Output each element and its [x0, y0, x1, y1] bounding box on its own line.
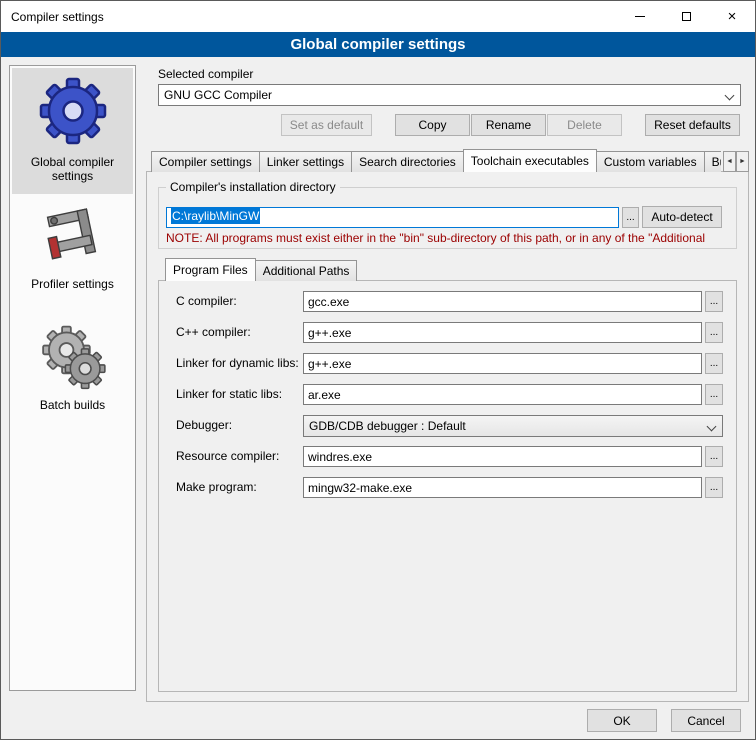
close-button[interactable]: × — [709, 1, 755, 32]
tab-custom-variables[interactable]: Custom variables — [596, 151, 705, 172]
field-label-c-compiler: C compiler: — [176, 294, 237, 308]
tab-compiler-settings[interactable]: Compiler settings — [151, 151, 260, 172]
minimize-icon — [635, 16, 645, 17]
sidebar-item-profiler-settings[interactable]: Profiler settings — [12, 198, 133, 294]
window-controls: × — [617, 1, 755, 32]
install-dir-group-title: Compiler's installation directory — [166, 180, 340, 194]
make-program-input[interactable] — [303, 477, 702, 498]
reset-defaults-button[interactable]: Reset defaults — [645, 114, 740, 136]
sidebar-item-label: Batch builds — [40, 398, 105, 412]
c-compiler-browse-button[interactable]: ... — [705, 291, 723, 312]
subtab-program-files[interactable]: Program Files — [165, 258, 256, 281]
linker-dynamic-input[interactable] — [303, 353, 702, 374]
install-dir-browse-button[interactable]: ... — [622, 207, 639, 228]
delete-button: Delete — [547, 114, 622, 136]
sidebar-item-label: Profiler settings — [31, 277, 114, 291]
main-tab-strip: Compiler settings Linker settings Search… — [151, 149, 721, 172]
field-label-resource-compiler: Resource compiler: — [176, 449, 279, 463]
debugger-select-value: GDB/CDB debugger : Default — [309, 419, 466, 433]
field-label-linker-static: Linker for static libs: — [176, 387, 282, 401]
install-dir-input[interactable]: C:\raylib\MinGW — [166, 207, 619, 228]
chevron-down-icon — [725, 91, 735, 101]
cpp-compiler-browse-button[interactable]: ... — [705, 322, 723, 343]
minimize-button[interactable] — [617, 1, 663, 32]
set-as-default-button: Set as default — [281, 114, 372, 136]
gray-gears-icon — [37, 321, 109, 392]
sidebar-item-label: Global compiler settings — [12, 155, 133, 183]
field-label-cpp-compiler: C++ compiler: — [176, 325, 251, 339]
page-title-bar: Global compiler settings — [1, 32, 755, 57]
sub-tab-strip: Program Files Additional Paths — [165, 258, 356, 281]
titlebar: Compiler settings × — [1, 1, 755, 32]
tab-build-options[interactable]: Buil — [704, 151, 721, 172]
page-title: Global compiler settings — [290, 36, 465, 53]
compiler-select-value: GNU GCC Compiler — [164, 88, 272, 102]
cancel-button[interactable]: Cancel — [671, 709, 741, 732]
maximize-button[interactable] — [663, 1, 709, 32]
cpp-compiler-input[interactable] — [303, 322, 702, 343]
debugger-select[interactable]: GDB/CDB debugger : Default — [303, 415, 723, 437]
copy-button[interactable]: Copy — [395, 114, 470, 136]
install-dir-selected-text: C:\raylib\MinGW — [171, 208, 260, 224]
resource-compiler-browse-button[interactable]: ... — [705, 446, 723, 467]
linker-static-browse-button[interactable]: ... — [705, 384, 723, 405]
compiler-settings-dialog: Compiler settings × Global compiler sett… — [0, 0, 756, 740]
sidebar: Global compiler settings Profiler settin… — [9, 65, 136, 691]
window-title: Compiler settings — [1, 10, 104, 24]
field-label-linker-dynamic: Linker for dynamic libs: — [176, 356, 299, 370]
compiler-select[interactable]: GNU GCC Compiler — [158, 84, 741, 106]
ok-button[interactable]: OK — [587, 709, 657, 732]
make-program-browse-button[interactable]: ... — [705, 477, 723, 498]
linker-static-input[interactable] — [303, 384, 702, 405]
auto-detect-button[interactable]: Auto-detect — [642, 206, 722, 228]
tab-linker-settings[interactable]: Linker settings — [259, 151, 352, 172]
field-label-make-program: Make program: — [176, 480, 257, 494]
field-label-debugger: Debugger: — [176, 418, 232, 432]
maximize-icon — [682, 12, 691, 21]
close-icon: × — [728, 9, 737, 24]
install-dir-note: NOTE: All programs must exist either in … — [166, 231, 744, 245]
tab-toolchain-executables[interactable]: Toolchain executables — [463, 149, 597, 172]
selected-compiler-label: Selected compiler — [158, 67, 253, 81]
chevron-down-icon — [707, 422, 717, 432]
c-compiler-input[interactable] — [303, 291, 702, 312]
linker-dynamic-browse-button[interactable]: ... — [705, 353, 723, 374]
sidebar-item-batch-builds[interactable]: Batch builds — [12, 316, 133, 412]
blue-gear-icon — [35, 73, 111, 149]
tab-scroll-right-icon[interactable]: ► — [736, 151, 749, 172]
profiler-clamp-icon — [39, 203, 107, 271]
resource-compiler-input[interactable] — [303, 446, 702, 467]
tab-scroll-left-icon[interactable]: ◄ — [723, 151, 736, 172]
sidebar-item-global-compiler-settings[interactable]: Global compiler settings — [12, 68, 133, 194]
rename-button[interactable]: Rename — [471, 114, 546, 136]
tab-search-directories[interactable]: Search directories — [351, 151, 464, 172]
subtab-additional-paths[interactable]: Additional Paths — [255, 260, 358, 281]
